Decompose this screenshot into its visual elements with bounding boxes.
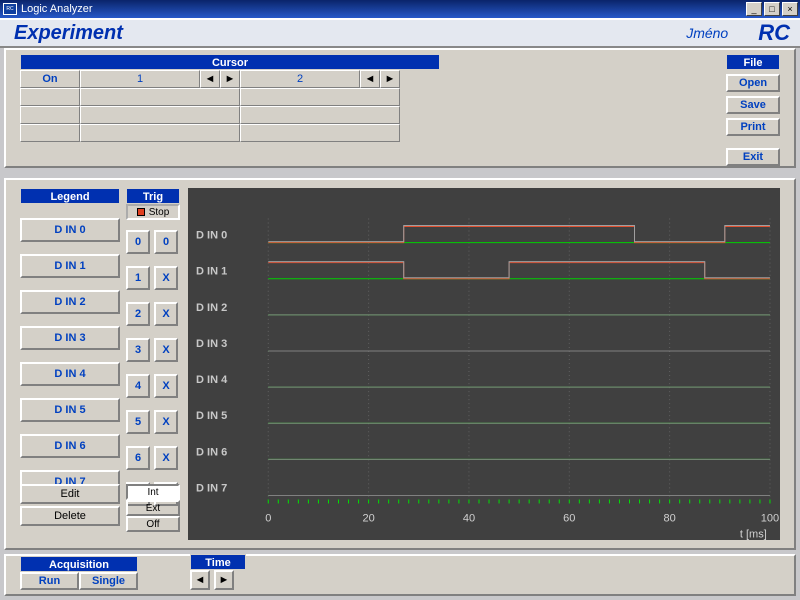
svg-text:40: 40 bbox=[463, 513, 475, 525]
svg-text:D IN 3: D IN 3 bbox=[196, 338, 227, 350]
svg-text:D IN 1: D IN 1 bbox=[196, 266, 227, 278]
legend-header: Legend bbox=[20, 188, 120, 204]
time-left-button[interactable]: ◄ bbox=[190, 570, 210, 590]
svg-text:D IN 7: D IN 7 bbox=[196, 482, 227, 494]
time-right-button[interactable]: ► bbox=[214, 570, 234, 590]
cursor-header: Cursor bbox=[20, 54, 440, 70]
waveform-area: 0 20 40 60 80 100 D IN 0 D IN 1 D IN 2 D IN 3 D IN… bbox=[188, 188, 780, 540]
cursor-on-button[interactable]: On bbox=[20, 70, 80, 88]
open-button[interactable]: Open bbox=[726, 74, 780, 92]
trig-pat-5[interactable]: X bbox=[154, 410, 178, 434]
svg-text:80: 80 bbox=[663, 513, 675, 525]
legend-panel: Legend D IN 0 D IN 1 D IN 2 D IN 3 D IN 4 D I… bbox=[20, 188, 120, 494]
time-header: Time bbox=[190, 554, 246, 570]
edit-delete-panel: Edit Delete bbox=[20, 484, 120, 526]
trig-num-2[interactable]: 2 bbox=[126, 302, 150, 326]
trig-pat-1[interactable]: X bbox=[154, 266, 178, 290]
app-icon: RC bbox=[3, 3, 17, 15]
trig-header: Trig bbox=[126, 188, 180, 204]
brand-logo: RC bbox=[758, 20, 790, 46]
cursor2-right-button[interactable]: ► bbox=[380, 70, 400, 88]
legend-item-2[interactable]: D IN 2 bbox=[20, 290, 120, 314]
maximize-button[interactable]: □ bbox=[764, 2, 780, 16]
trig-stop-label: Stop bbox=[149, 207, 170, 218]
legend-item-4[interactable]: D IN 4 bbox=[20, 362, 120, 386]
legend-item-3[interactable]: D IN 3 bbox=[20, 326, 120, 350]
legend-item-1[interactable]: D IN 1 bbox=[20, 254, 120, 278]
trig-num-6[interactable]: 6 bbox=[126, 446, 150, 470]
trig-pat-0[interactable]: 0 bbox=[154, 230, 178, 254]
window-title: Logic Analyzer bbox=[21, 3, 93, 15]
close-button[interactable]: × bbox=[782, 2, 798, 16]
header-strip: Experiment Jméno RC bbox=[0, 18, 800, 48]
trig-num-3[interactable]: 3 bbox=[126, 338, 150, 362]
cursor1-right-button[interactable]: ► bbox=[220, 70, 240, 88]
trig-num-1[interactable]: 1 bbox=[126, 266, 150, 290]
svg-text:D IN 5: D IN 5 bbox=[196, 410, 227, 422]
svg-text:0: 0 bbox=[265, 513, 271, 525]
trig-source-panel: Int Ext Off bbox=[126, 484, 180, 532]
legend-item-6[interactable]: D IN 6 bbox=[20, 434, 120, 458]
svg-text:D IN 2: D IN 2 bbox=[196, 302, 227, 314]
trig-num-0[interactable]: 0 bbox=[126, 230, 150, 254]
exit-button[interactable]: Exit bbox=[726, 148, 780, 166]
trig-pat-3[interactable]: X bbox=[154, 338, 178, 362]
file-panel: File Open Save Print Exit bbox=[726, 54, 780, 166]
single-button[interactable]: Single bbox=[79, 572, 138, 590]
legend-item-5[interactable]: D IN 5 bbox=[20, 398, 120, 422]
trig-panel: Trig Stop 001X2X3X4X5X6X7X bbox=[126, 188, 180, 506]
cursor-col-1: 1 bbox=[80, 70, 200, 88]
trig-pat-6[interactable]: X bbox=[154, 446, 178, 470]
svg-text:t [ms]: t [ms] bbox=[740, 529, 767, 540]
trig-off-option[interactable]: Off bbox=[126, 516, 180, 532]
svg-text:D IN 6: D IN 6 bbox=[196, 446, 227, 458]
trig-num-4[interactable]: 4 bbox=[126, 374, 150, 398]
cursor1-left-button[interactable]: ◄ bbox=[200, 70, 220, 88]
svg-text:20: 20 bbox=[362, 513, 374, 525]
svg-text:D IN 4: D IN 4 bbox=[196, 374, 228, 386]
cursor2-left-button[interactable]: ◄ bbox=[360, 70, 380, 88]
print-button[interactable]: Print bbox=[726, 118, 780, 136]
waveform-svg: 0 20 40 60 80 100 D IN 0 D IN 1 D IN 2 D IN 3 D IN… bbox=[188, 188, 780, 540]
svg-text:60: 60 bbox=[563, 513, 575, 525]
svg-text:100: 100 bbox=[761, 513, 779, 525]
time-panel: Time ◄ ► bbox=[190, 554, 246, 590]
trig-num-5[interactable]: 5 bbox=[126, 410, 150, 434]
stop-led-icon bbox=[137, 208, 145, 216]
trig-pat-2[interactable]: X bbox=[154, 302, 178, 326]
trig-pat-4[interactable]: X bbox=[154, 374, 178, 398]
trig-int-option[interactable]: Int bbox=[126, 484, 180, 500]
run-button[interactable]: Run bbox=[20, 572, 79, 590]
file-header: File bbox=[726, 54, 780, 70]
legend-item-0[interactable]: D IN 0 bbox=[20, 218, 120, 242]
user-name: Jméno bbox=[686, 25, 728, 41]
delete-button[interactable]: Delete bbox=[20, 506, 120, 526]
title-bar: RC Logic Analyzer _ □ × bbox=[0, 0, 800, 18]
page-title: Experiment bbox=[14, 22, 686, 45]
edit-button[interactable]: Edit bbox=[20, 484, 120, 504]
acquisition-header: Acquisition bbox=[20, 556, 138, 572]
svg-text:D IN 0: D IN 0 bbox=[196, 230, 227, 242]
minimize-button[interactable]: _ bbox=[746, 2, 762, 16]
cursor-col-2: 2 bbox=[240, 70, 360, 88]
cursor-table: Cursor On 1 ◄ ► 2 ◄ ► bbox=[20, 54, 440, 142]
trig-ext-option[interactable]: Ext bbox=[126, 500, 180, 516]
acquisition-panel: Acquisition Run Single bbox=[20, 556, 138, 590]
save-button[interactable]: Save bbox=[726, 96, 780, 114]
